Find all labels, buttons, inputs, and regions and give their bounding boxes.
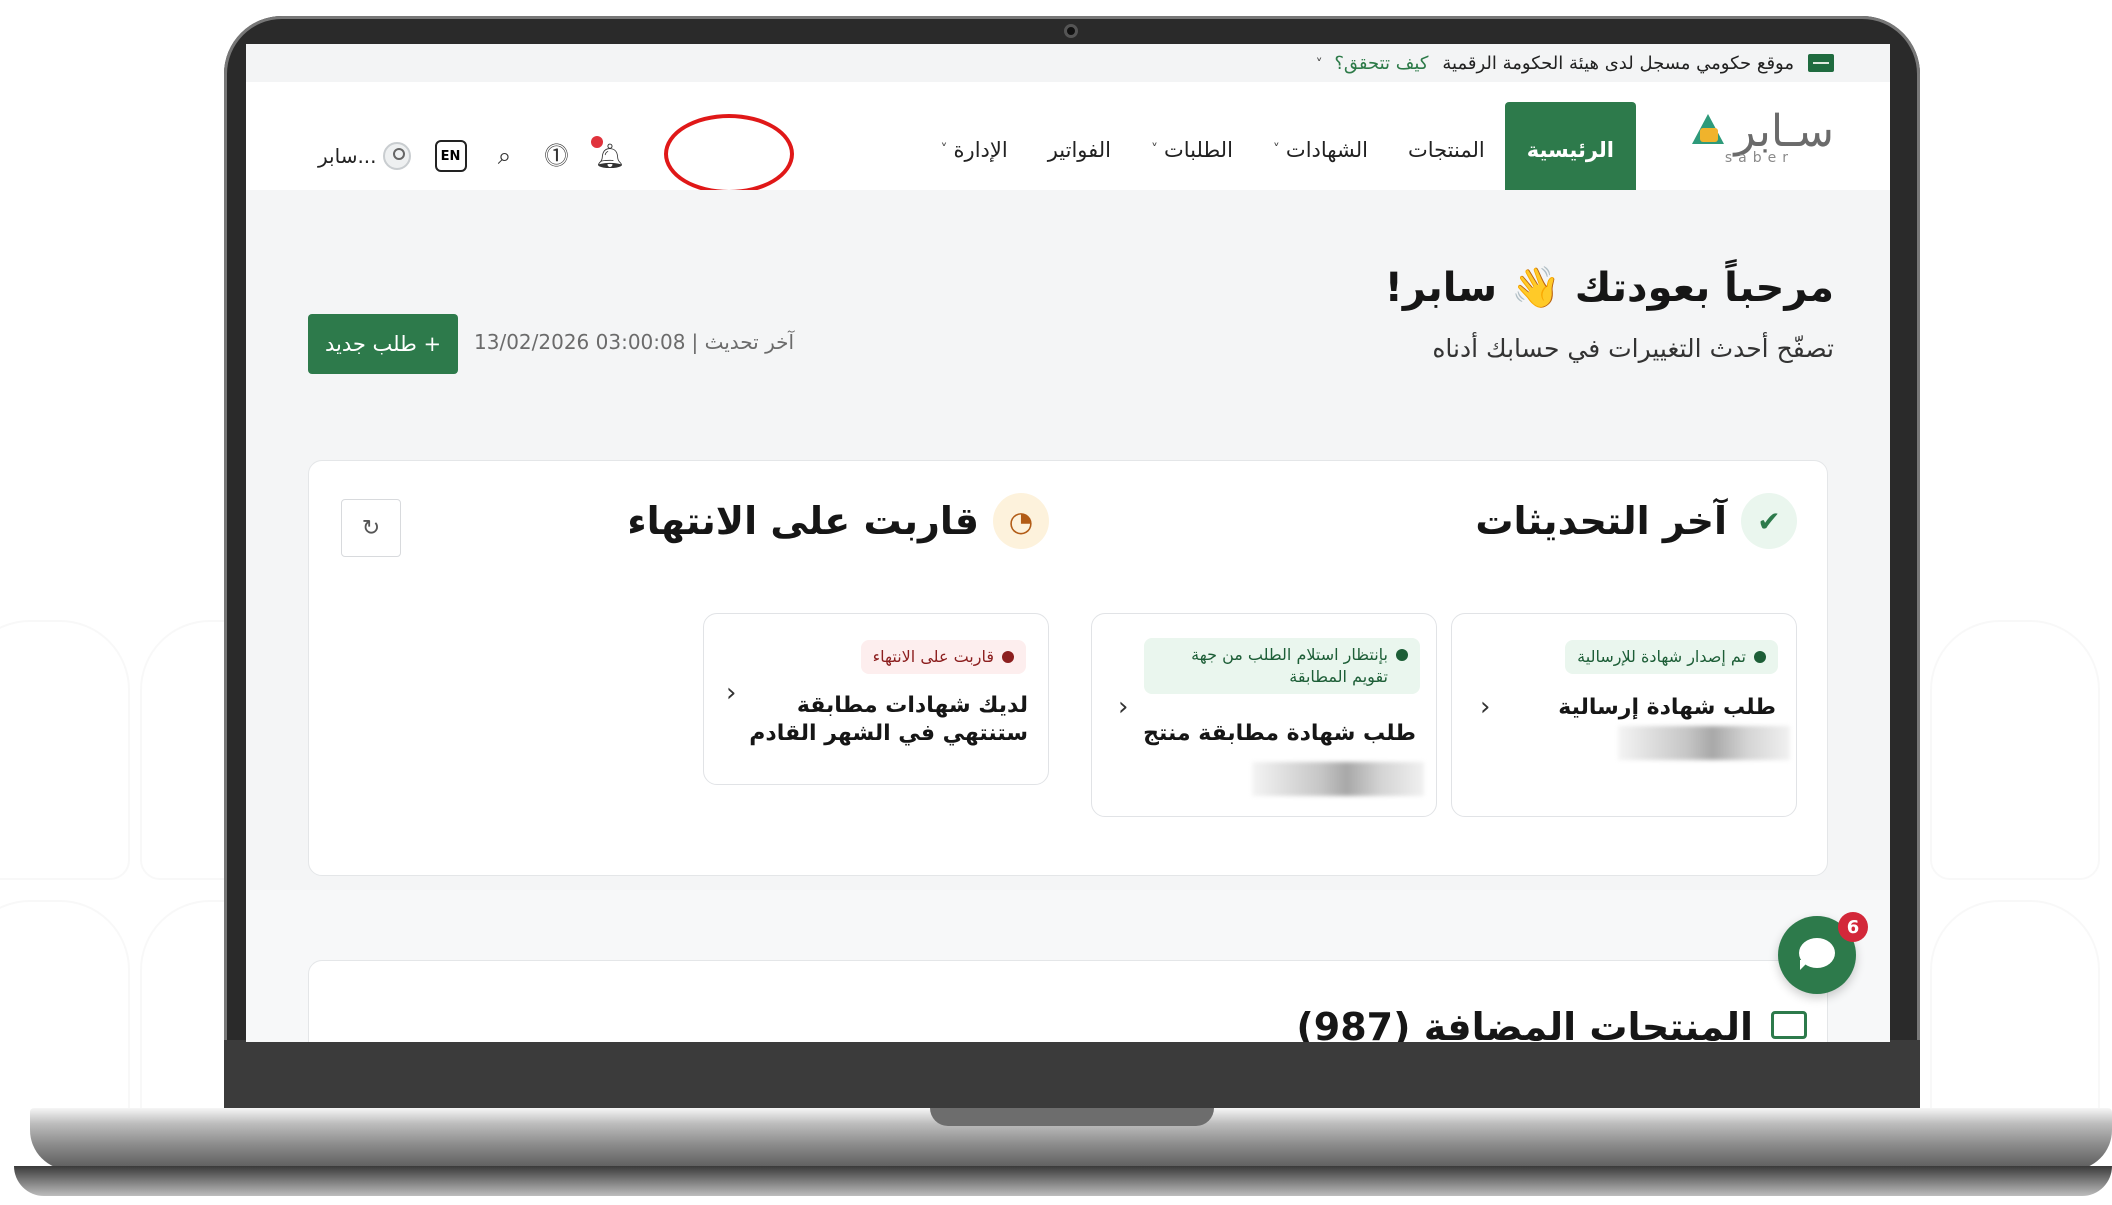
- nav-item-label: الفواتير: [1047, 138, 1111, 162]
- nav-item-label: الإدارة: [953, 138, 1008, 162]
- nav-item-label: الشهادات: [1285, 138, 1368, 162]
- browser-screen: موقع حكومي مسجل لدى هيئة الحكومة الرقمية…: [246, 44, 1890, 1042]
- nav-menu: الرئيسية المنتجات الشهادات ˅ الطلبات ˅ الف…: [921, 102, 1636, 198]
- nav-item-invoices[interactable]: الفواتير: [1028, 102, 1131, 198]
- user-avatar-icon: [382, 142, 411, 170]
- dashboard-hero: مرحباً بعودتك 👋 سابر! تصفّح أحدث التغيير…: [246, 190, 1890, 890]
- expiring-title: قاربت على الانتهاء: [627, 499, 979, 543]
- card-title: طلب شهادة إرسالية: [1558, 695, 1776, 720]
- last-update: آخر تحديث | 13/02/2026 03:00:08: [474, 330, 794, 354]
- latest-updates-heading: ✔ آخر التحديثات: [1475, 493, 1797, 549]
- card-title: طلب شهادة مطابقة منتج: [1143, 721, 1416, 746]
- chevron-left-icon: ‹: [1480, 692, 1491, 722]
- laptop-base-shadow: [14, 1166, 2112, 1196]
- saber-logo-mark-icon: [1688, 112, 1728, 152]
- update-card-consignment[interactable]: تم إصدار شهادة للإرسالية طلب شهادة إرسال…: [1451, 613, 1797, 817]
- nav-item-management[interactable]: الإدارة ˅: [921, 102, 1028, 198]
- welcome-subtitle: تصفّح أحدث التغييرات في حسابك أدناه: [1432, 334, 1834, 363]
- products-highlight-annotation: [664, 114, 794, 194]
- welcome-title: مرحباً بعودتك 👋 سابر!: [1384, 265, 1834, 311]
- status-badge-text: تم إصدار شهادة للإرسالية: [1577, 647, 1746, 666]
- nav-item-home[interactable]: الرئيسية: [1504, 102, 1636, 198]
- gov-topbar: موقع حكومي مسجل لدى هيئة الحكومة الرقمية…: [246, 44, 1890, 82]
- chevron-down-icon: ˅: [940, 142, 948, 158]
- notification-bell-icon[interactable]: 🔔︎: [590, 136, 625, 170]
- nav-item-certificates[interactable]: الشهادات ˅: [1253, 102, 1388, 198]
- user-menu[interactable]: سابر...: [318, 142, 411, 170]
- refresh-button[interactable]: ↻: [341, 499, 401, 557]
- camera-icon: [1064, 24, 1078, 38]
- nav-item-label: المنتجات: [1407, 138, 1485, 162]
- redacted-id: [1252, 762, 1424, 796]
- logo-english-text: saber: [1724, 150, 1794, 166]
- laptop-chin: [224, 1040, 1920, 1112]
- nav-item-requests[interactable]: الطلبات ˅: [1131, 102, 1253, 198]
- chevron-down-icon: ˅: [1151, 142, 1158, 158]
- products-icon: [1771, 1011, 1807, 1039]
- chevron-left-icon: ‹: [726, 678, 737, 708]
- verify-link[interactable]: كيف تتحقق؟ ˅: [1316, 53, 1429, 74]
- main-navbar: سـابر saber الرئيسية المنتجات الشهادات ˅ …: [246, 82, 1890, 198]
- status-badge: بإنتظار استلام الطلب من جهة تقويم المطاب…: [1144, 638, 1420, 694]
- expiring-heading: ◔ قاربت على الانتهاء: [627, 493, 1049, 549]
- last-update-value: 13/02/2026 03:00:08: [474, 330, 686, 354]
- expiring-badge-text: قاربت على الانتهاء: [872, 647, 994, 666]
- search-icon[interactable]: ⌕: [491, 142, 519, 170]
- gov-registration-text: موقع حكومي مسجل لدى هيئة الحكومة الرقمية: [1442, 52, 1794, 74]
- added-products-panel: المنتجات المضافة (987): [308, 960, 1828, 1042]
- updates-panel: ✔ آخر التحديثات ◔ قاربت على الانتهاء ↻ ت…: [308, 460, 1828, 876]
- user-name: سابر...: [318, 144, 377, 168]
- card-title: لديك شهادات مطابقة ستنتهي في الشهر القاد…: [749, 693, 1028, 746]
- redacted-id: [1618, 726, 1790, 760]
- laptop-notch: [930, 1108, 1214, 1126]
- language-toggle-button[interactable]: EN: [434, 140, 467, 172]
- chevron-down-icon: ˅: [1272, 142, 1280, 158]
- chevron-left-icon: ‹: [1118, 692, 1129, 722]
- nav-tools: سابر... EN ⌕ ⓵ 🔔︎: [318, 136, 625, 172]
- nav-item-label: الرئيسية: [1526, 138, 1614, 162]
- added-products-title: المنتجات المضافة (987): [1296, 1005, 1753, 1042]
- chevron-down-icon: ˅: [1315, 56, 1323, 73]
- last-update-label: آخر تحديث |: [691, 330, 795, 354]
- saudi-flag-icon: [1808, 54, 1834, 72]
- double-check-icon: ✔: [1741, 493, 1797, 549]
- nav-item-label: الطلبات: [1164, 138, 1233, 162]
- notification-dot: [590, 136, 603, 148]
- expiring-badge: قاربت على الانتهاء: [860, 640, 1026, 674]
- timer-icon: ◔: [993, 493, 1049, 549]
- chat-unread-count: 6: [1838, 912, 1868, 942]
- latest-updates-title: آخر التحديثات: [1475, 499, 1727, 543]
- status-badge-text: بإنتظار استلام الطلب من جهة تقويم المطاب…: [1191, 645, 1388, 686]
- new-request-button[interactable]: + طلب جديد: [308, 314, 458, 374]
- saber-logo[interactable]: سـابر saber: [1688, 106, 1834, 166]
- accessibility-icon[interactable]: ⓵: [543, 142, 571, 170]
- expiring-card[interactable]: قاربت على الانتهاء لديك شهادات مطابقة ست…: [703, 613, 1049, 785]
- status-badge: تم إصدار شهادة للإرسالية: [1565, 640, 1778, 674]
- nav-item-products[interactable]: المنتجات: [1388, 102, 1505, 198]
- update-card-product-conformity[interactable]: بإنتظار استلام الطلب من جهة تقويم المطاب…: [1091, 613, 1437, 817]
